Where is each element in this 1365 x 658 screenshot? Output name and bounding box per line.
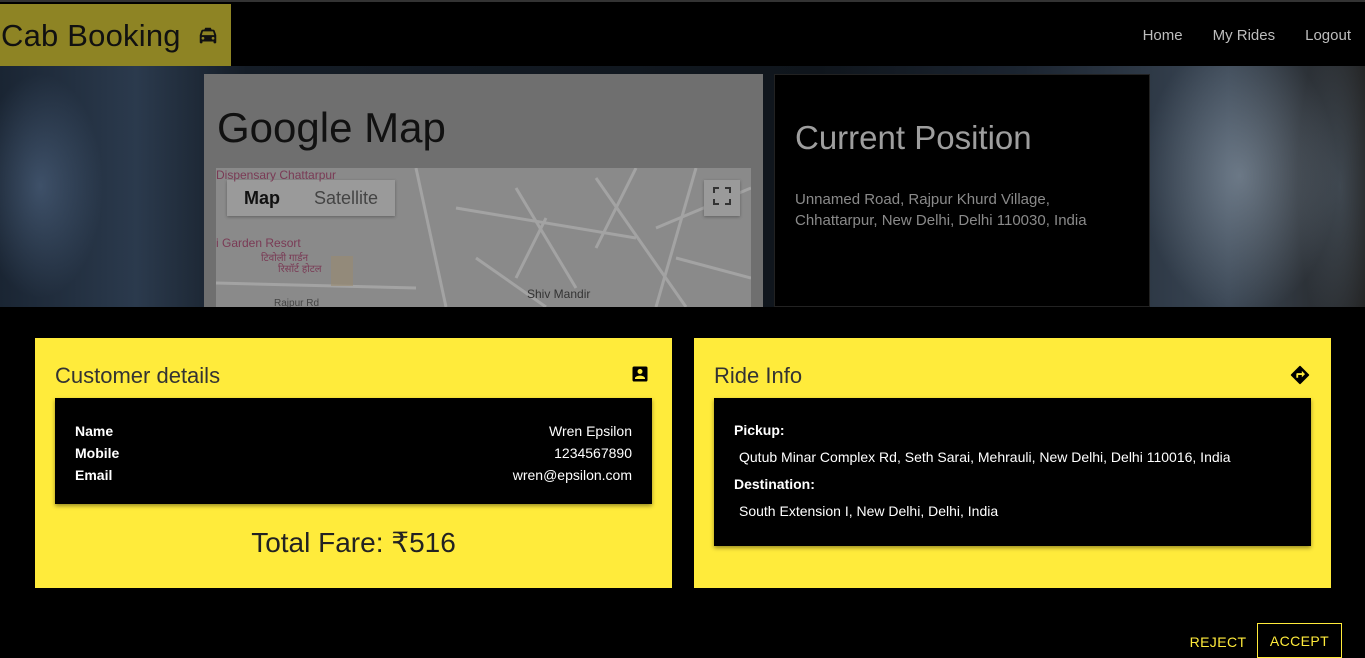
reject-button[interactable]: REJECT — [1183, 625, 1253, 658]
account-box-icon — [630, 364, 650, 384]
top-navbar: Cab Booking Home My Rides Logout — [0, 0, 1365, 68]
email-label: Email — [75, 467, 113, 483]
brand-title[interactable]: Cab Booking — [1, 18, 181, 54]
current-position-title: Current Position — [795, 119, 1032, 156]
name-value: Wren Epsilon — [548, 423, 632, 439]
customer-row-email: Email wren@epsilon.com — [75, 464, 632, 486]
customer-row-name: Name Wren Epsilon — [75, 420, 632, 442]
customer-info-panel: Name Wren Epsilon Mobile 1234567890 Emai… — [55, 398, 652, 504]
mobile-label: Mobile — [75, 445, 120, 461]
map-label-shiv-mandir: Shiv Mandir — [527, 287, 591, 301]
email-value: wren@epsilon.com — [512, 467, 632, 483]
brand[interactable]: Cab Booking — [0, 4, 231, 68]
fullscreen-button[interactable] — [704, 180, 740, 216]
map-label-resort-hindi-2: रिसॉर्ट होटल — [278, 264, 322, 275]
taxi-icon — [197, 25, 219, 47]
current-position-address: Unnamed Road, Rajpur Khurd Village, Chha… — [795, 191, 1087, 229]
nav-my-rides[interactable]: My Rides — [1213, 27, 1276, 44]
map-type-toggle: Map Satellite — [227, 180, 396, 216]
directions-icon — [1289, 364, 1310, 385]
ride-info-title: Ride Info — [714, 363, 803, 388]
map-label-dispensary: Dispensary Chattarpur — [216, 168, 337, 182]
hero-background: Google Map Map Satellite Dispensary Chat… — [0, 66, 1365, 307]
current-position-card: Current Position Unnamed Road, Rajpur Kh… — [774, 74, 1150, 307]
fullscreen-icon — [713, 186, 731, 210]
total-fare: Total Fare: ₹516 — [251, 527, 456, 558]
ride-info-card: Ride Info Pickup: Qutub Minar Complex Rd… — [694, 338, 1331, 588]
mobile-value: 1234567890 — [554, 445, 632, 461]
google-map[interactable]: Map Satellite Dispensary Chattarpur i Ga… — [216, 168, 751, 307]
customer-row-mobile: Mobile 1234567890 — [75, 442, 632, 464]
nav-logout[interactable]: Logout — [1305, 27, 1351, 44]
customer-details-title: Customer details — [55, 363, 221, 388]
map-card: Google Map Map Satellite Dispensary Chat… — [204, 74, 763, 307]
customer-details-card: Customer details Name Wren Epsilon Mobil… — [35, 338, 672, 588]
destination-label: Destination: — [734, 476, 815, 492]
map-label-road: Rajpur Rd — [274, 298, 320, 307]
ride-info-panel: Pickup: Qutub Minar Complex Rd, Seth Sar… — [714, 398, 1311, 546]
pickup-value: Qutub Minar Complex Rd, Seth Sarai, Mehr… — [739, 449, 1231, 465]
accept-button[interactable]: ACCEPT — [1257, 623, 1342, 658]
name-label: Name — [75, 423, 114, 439]
satellite-view-button[interactable]: Satellite — [297, 180, 395, 216]
main-nav: Home My Rides Logout — [1143, 27, 1351, 44]
nav-home[interactable]: Home — [1143, 27, 1183, 44]
destination-value: South Extension I, New Delhi, Delhi, Ind… — [739, 503, 999, 519]
map-view-button[interactable]: Map — [227, 180, 297, 216]
map-label-resort: i Garden Resort — [216, 236, 301, 250]
pickup-label: Pickup: — [734, 422, 785, 438]
map-title: Google Map — [217, 104, 446, 151]
